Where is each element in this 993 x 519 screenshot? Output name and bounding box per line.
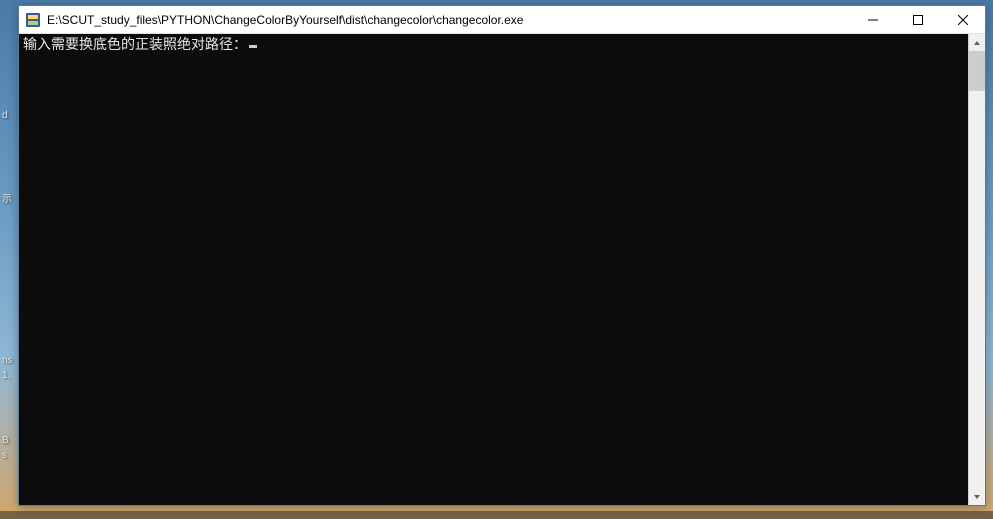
desktop-fragment: s (2, 450, 7, 461)
console-window: E:\SCUT_study_files\PYTHON\ChangeColorBy… (18, 5, 986, 506)
titlebar[interactable]: E:\SCUT_study_files\PYTHON\ChangeColorBy… (19, 6, 985, 34)
chevron-up-icon (973, 39, 981, 47)
prompt-line: 输入需要换底色的正装照绝对路径： (23, 36, 964, 54)
app-icon (25, 12, 41, 28)
desktop-fragment: ns (2, 355, 13, 366)
window-controls (850, 6, 985, 33)
maximize-button[interactable] (895, 6, 940, 34)
scroll-thumb[interactable] (969, 51, 985, 91)
scroll-up-button[interactable] (969, 34, 985, 51)
prompt-text: 输入需要换底色的正装照绝对路径： (23, 36, 247, 54)
taskbar-edge (0, 511, 993, 519)
close-button[interactable] (940, 6, 985, 34)
desktop-background-icons: d 示 ns 1. B s (0, 0, 18, 519)
console-output[interactable]: 输入需要换底色的正装照绝对路径： (19, 34, 968, 505)
console-area: 输入需要换底色的正装照绝对路径： (19, 34, 985, 505)
scroll-down-button[interactable] (969, 488, 985, 505)
desktop-fragment: 示 (2, 190, 12, 205)
desktop-fragment: B (2, 435, 9, 446)
scroll-track[interactable] (969, 51, 985, 488)
window-title: E:\SCUT_study_files\PYTHON\ChangeColorBy… (47, 13, 850, 27)
vertical-scrollbar[interactable] (968, 34, 985, 505)
chevron-down-icon (973, 493, 981, 501)
minimize-button[interactable] (850, 6, 895, 34)
desktop-fragment: 1. (2, 370, 10, 381)
text-cursor (249, 45, 257, 48)
desktop-fragment: d (2, 110, 8, 121)
